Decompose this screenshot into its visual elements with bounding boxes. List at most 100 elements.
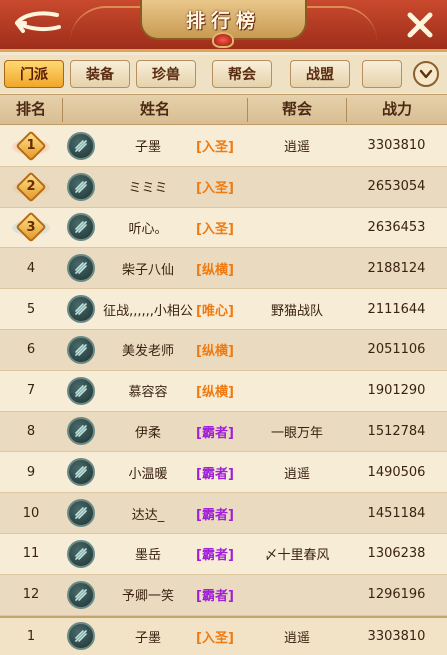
tab-guild[interactable]: 帮会	[212, 60, 272, 88]
rank-number: 2	[26, 179, 36, 195]
table-row[interactable]: 3 听心。 [入圣] 2636453	[0, 207, 447, 249]
rank-number: 12	[22, 587, 40, 603]
avatar[interactable]	[67, 499, 95, 528]
table-row[interactable]: 6 美发老师 [纵横] 2051106	[0, 329, 447, 371]
guild-name: 逍遥	[283, 630, 310, 646]
player-name: 达达_	[131, 507, 165, 523]
combat-power: 2111644	[367, 301, 426, 317]
faction-tag: [纵横]	[196, 344, 234, 360]
avatar[interactable]	[67, 335, 95, 364]
avatar[interactable]	[67, 172, 95, 201]
avatar[interactable]	[67, 580, 95, 609]
player-name: 子墨	[134, 140, 161, 156]
close-icon	[407, 12, 433, 38]
rank-cell: 8	[0, 424, 62, 439]
combat-power: 2051106	[367, 342, 426, 358]
avatar[interactable]	[67, 539, 95, 568]
guild-name: 野猫战队	[270, 303, 323, 319]
table-row[interactable]: 11 墨岳 [霸者] 〆十里春风 1306238	[0, 533, 447, 575]
back-button[interactable]	[4, 6, 68, 40]
rank-cell: 1	[0, 629, 62, 644]
col-guild: 帮会	[281, 100, 312, 118]
faction-tag: [霸者]	[196, 589, 234, 605]
column-header: 排名 姓名 帮会 战力	[0, 94, 447, 125]
avatar[interactable]	[67, 417, 95, 446]
table-row[interactable]: 10 达达_ [霸者] 1451184	[0, 493, 447, 534]
guild-name: 一眼万年	[270, 425, 323, 441]
combat-power: 1490506	[367, 464, 426, 480]
tab-sect[interactable]: 门派	[4, 60, 64, 88]
table-row[interactable]: 1 子墨 [入圣] 逍遥 3303810	[0, 126, 447, 167]
faction-tag: [入圣]	[196, 140, 234, 156]
combat-power: 2188124	[367, 260, 426, 276]
category-tabs: 门派 装备 珍兽 帮会 战盟	[0, 55, 447, 93]
player-name: 子墨	[134, 630, 161, 646]
ranking-list: 1 子墨 [入圣] 逍遥 3303810 2 ミミミ [入圣] 2653054 3 听心。 [入圣] 2…	[0, 126, 447, 655]
rank-cell: 2	[0, 171, 62, 203]
avatar[interactable]	[67, 131, 95, 160]
player-name: 征战,,,,,,小相公	[103, 303, 193, 319]
player-name: 美发老师	[121, 344, 174, 360]
my-rank-row[interactable]: 1 子墨 [入圣] 逍遥 3303810	[0, 615, 447, 655]
avatar-cell	[62, 417, 100, 446]
class-emblem-icon	[75, 466, 87, 479]
avatar[interactable]	[67, 213, 95, 242]
rank-number: 1	[26, 138, 36, 154]
table-row[interactable]: 2 ミミミ [入圣] 2653054	[0, 166, 447, 208]
avatar-cell	[62, 254, 100, 283]
avatar[interactable]	[67, 254, 95, 283]
chevron-down-icon	[419, 69, 433, 79]
avatar[interactable]	[67, 622, 95, 651]
avatar[interactable]	[67, 376, 95, 405]
player-name: 听心。	[128, 221, 168, 237]
tab-equipment[interactable]: 装备	[70, 60, 130, 88]
title-bar: 排行榜	[0, 0, 447, 52]
guild-name: 〆十里春风	[264, 548, 330, 564]
avatar-cell	[62, 580, 100, 609]
combat-power: 3303810	[367, 628, 426, 644]
rank-number: 7	[26, 383, 36, 399]
rank-cell: 9	[0, 465, 62, 480]
player-name: 柴子八仙	[121, 262, 174, 278]
combat-power: 1512784	[367, 423, 426, 439]
class-emblem-icon	[75, 344, 87, 356]
rank-medal-icon: 2	[12, 171, 50, 203]
avatar-cell	[62, 131, 100, 160]
guild-name: 逍遥	[283, 140, 310, 156]
player-name: 墨岳	[134, 548, 161, 564]
class-emblem-icon	[75, 180, 87, 193]
tab-pets[interactable]: 珍兽	[136, 60, 196, 88]
combat-power: 1306238	[367, 546, 426, 562]
avatar[interactable]	[67, 458, 95, 487]
class-emblem-icon	[75, 425, 87, 438]
faction-tag: [入圣]	[196, 181, 234, 197]
table-row[interactable]: 8 伊柔 [霸者] 一眼万年 1512784	[0, 411, 447, 453]
more-tabs-button[interactable]	[413, 61, 439, 87]
rank-number: 3	[26, 219, 36, 235]
close-button[interactable]	[403, 8, 437, 42]
table-row[interactable]: 4 柴子八仙 [纵横] 2188124	[0, 248, 447, 290]
tab-partial[interactable]	[362, 60, 402, 88]
rank-cell: 6	[0, 342, 62, 357]
class-emblem-icon	[75, 384, 87, 397]
avatar-cell	[62, 499, 100, 528]
avatar-cell	[62, 172, 100, 201]
guild-name: 逍遥	[283, 466, 310, 482]
combat-power: 1451184	[367, 505, 426, 521]
player-name: 慕容容	[128, 385, 168, 401]
table-row[interactable]: 7 慕容容 [纵横] 1901290	[0, 370, 447, 412]
avatar[interactable]	[67, 295, 95, 324]
class-emblem-icon	[75, 548, 87, 560]
rank-cell: 3	[0, 211, 62, 244]
class-emblem-icon	[75, 630, 87, 643]
combat-power: 2636453	[367, 219, 426, 235]
table-row[interactable]: 5 征战,,,,,,小相公 [唯心] 野猫战队 2111644	[0, 289, 447, 330]
tab-alliance[interactable]: 战盟	[290, 60, 350, 88]
faction-tag: [霸者]	[196, 548, 234, 564]
rank-number: 8	[26, 423, 36, 439]
rank-number: 4	[26, 260, 36, 276]
table-row[interactable]: 9 小温暖 [霸者] 逍遥 1490506	[0, 452, 447, 494]
rank-cell: 12	[0, 587, 62, 602]
table-row[interactable]: 12 予卿一笑 [霸者] 1296196	[0, 574, 447, 616]
class-emblem-icon	[75, 507, 87, 519]
